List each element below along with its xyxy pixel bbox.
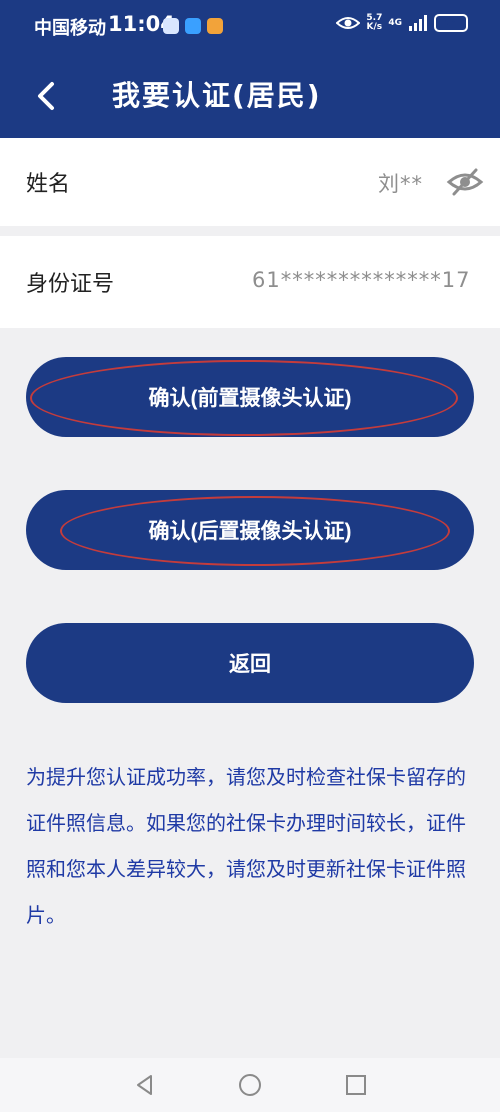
return-label: 返回 bbox=[229, 653, 271, 676]
nav-home-icon[interactable] bbox=[237, 1072, 263, 1098]
page-title: 我要认证(居民) bbox=[112, 79, 322, 112]
carrier-name: 中国移动 bbox=[34, 18, 106, 39]
app-header: 中国移动 11:04 5.7 K/s 4G 94 我要认证(居民) bbox=[0, 0, 500, 138]
signal-icon bbox=[409, 15, 427, 31]
battery-level: 94 bbox=[442, 16, 460, 30]
nav-recents-icon[interactable] bbox=[343, 1072, 369, 1098]
network-type: 4G bbox=[388, 17, 402, 28]
back-arrow-icon[interactable] bbox=[28, 72, 68, 120]
system-nav-bar bbox=[0, 1058, 500, 1112]
status-bar: 中国移动 11:04 5.7 K/s 4G 94 bbox=[0, 10, 500, 46]
name-value: 刘** bbox=[378, 172, 423, 196]
id-number-label: 身份证号 bbox=[26, 272, 115, 297]
return-button[interactable]: 返回 bbox=[26, 623, 474, 703]
annotation-ellipse-rear bbox=[60, 496, 450, 566]
eye-comfort-icon bbox=[336, 17, 361, 29]
task-notification-icon bbox=[207, 18, 223, 34]
eye-off-icon[interactable] bbox=[446, 166, 484, 198]
name-row: 姓名 刘** bbox=[0, 138, 500, 226]
id-number-value: 61**************17 bbox=[252, 268, 471, 292]
id-number-row: 身份证号 61**************17 bbox=[0, 236, 500, 328]
status-indicators: 5.7 K/s 4G 94 bbox=[336, 14, 468, 32]
app-notification-icon bbox=[163, 18, 179, 34]
nav-back-icon[interactable] bbox=[132, 1072, 158, 1098]
name-label: 姓名 bbox=[26, 172, 71, 197]
net-speed: 5.7 K/s bbox=[366, 14, 382, 32]
net-speed-unit: K/s bbox=[366, 22, 383, 32]
verification-notice: 为提升您认证成功率，请您及时检查社保卡留存的证件照信息。如果您的社保卡办理时间较… bbox=[26, 765, 466, 927]
message-notification-icon bbox=[185, 18, 201, 34]
battery-icon: 94 bbox=[434, 14, 468, 32]
annotation-ellipse-front bbox=[30, 360, 458, 436]
